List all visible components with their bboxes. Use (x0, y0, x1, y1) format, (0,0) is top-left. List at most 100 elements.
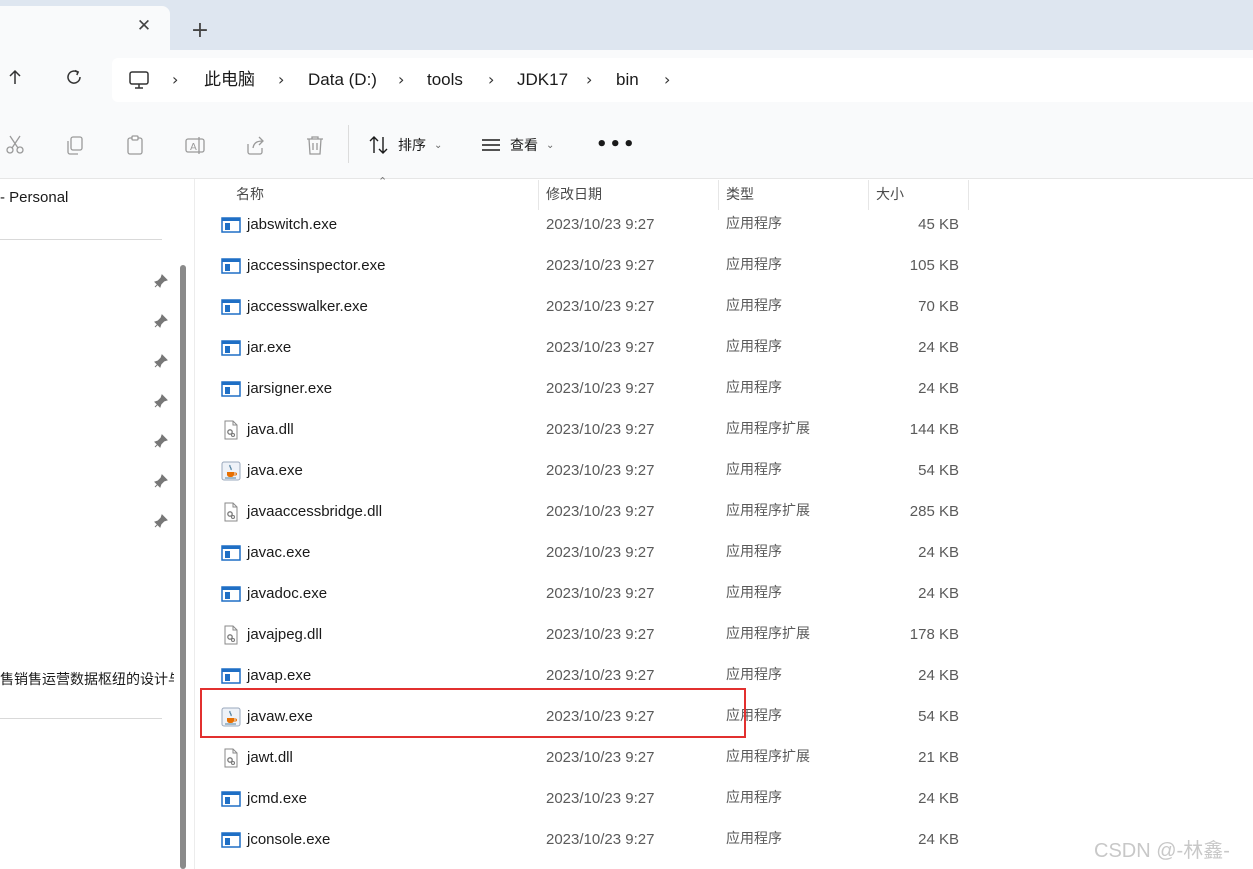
file-row[interactable]: jconsole.exe 2023/10/23 9:27 应用程序 24 KB (200, 819, 980, 860)
sidebar-item-folder[interactable]: 售销售运营数据枢纽的设计与 (0, 669, 174, 689)
file-row[interactable]: java.dll 2023/10/23 9:27 应用程序扩展 144 KB (200, 409, 980, 450)
breadcrumb-drive-d[interactable]: Data (D:) (308, 68, 377, 92)
dll-file-icon (221, 502, 241, 522)
file-size: 21 KB (918, 749, 959, 766)
navigation-pane: - Personal 售销售运营数据枢纽的设计与 (0, 179, 176, 869)
sort-icon (369, 136, 388, 154)
sidebar-divider (0, 239, 162, 240)
file-row[interactable]: javac.exe 2023/10/23 9:27 应用程序 24 KB (200, 532, 980, 573)
file-name: javaaccessbridge.dll (247, 503, 383, 520)
file-name: jabswitch.exe (247, 216, 338, 233)
chevron-right-icon[interactable]: › (586, 68, 592, 92)
file-date-modified: 2023/10/23 9:27 (546, 298, 655, 315)
file-type: 应用程序 (726, 216, 782, 232)
pin-icon (154, 273, 168, 288)
more-options-icon[interactable]: ••• (596, 134, 637, 155)
explorer-tab[interactable]: ✕ (0, 6, 170, 50)
file-row[interactable]: jawt.dll 2023/10/23 9:27 应用程序扩展 21 KB (200, 737, 980, 778)
pin-icon (154, 393, 168, 408)
file-size: 178 KB (909, 626, 959, 643)
pin-icon (154, 473, 168, 488)
file-size: 144 KB (909, 421, 959, 438)
file-row[interactable]: jaccessinspector.exe 2023/10/23 9:27 应用程序 1… (200, 245, 980, 286)
pin-icon (154, 313, 168, 328)
file-type: 应用程序 (726, 257, 782, 273)
file-row[interactable]: javaaccessbridge.dll 2023/10/23 9:27 应用程序扩… (200, 491, 980, 532)
file-type: 应用程序 (726, 585, 782, 601)
breadcrumb-bin[interactable]: bin (616, 68, 639, 92)
file-row[interactable]: jarsigner.exe 2023/10/23 9:27 应用程序 24 KB (200, 368, 980, 409)
file-name: javajpeg.dll (247, 626, 323, 643)
file-size: 285 KB (909, 503, 959, 520)
sort-ascending-icon: ⌃ (378, 175, 388, 188)
cut-icon[interactable] (4, 134, 26, 156)
file-name: jarsigner.exe (247, 380, 333, 397)
file-date-modified: 2023/10/23 9:27 (546, 503, 655, 520)
file-name: jcmd.exe (247, 790, 308, 807)
breadcrumb-jdk17[interactable]: JDK17 (517, 68, 568, 92)
chevron-right-icon[interactable]: › (664, 68, 670, 92)
delete-icon[interactable] (304, 134, 326, 156)
tab-strip: ✕ + (0, 0, 1253, 50)
breadcrumb-this-pc[interactable]: 此电脑 (204, 68, 255, 92)
file-size: 24 KB (918, 831, 959, 848)
application-exe-icon (221, 789, 241, 809)
application-exe-icon (221, 297, 241, 317)
new-tab-icon[interactable]: + (188, 20, 212, 44)
file-date-modified: 2023/10/23 9:27 (546, 585, 655, 602)
file-date-modified: 2023/10/23 9:27 (546, 790, 655, 807)
file-row[interactable]: javadoc.exe 2023/10/23 9:27 应用程序 24 KB (200, 573, 980, 614)
share-icon[interactable] (244, 134, 266, 156)
this-pc-icon[interactable] (128, 70, 150, 94)
file-name: java.dll (247, 421, 294, 438)
file-type: 应用程序 (726, 339, 782, 355)
file-row[interactable]: jar.exe 2023/10/23 9:27 应用程序 24 KB (200, 327, 980, 368)
file-size: 24 KB (918, 380, 959, 397)
view-button[interactable]: 查看 ⌄ (480, 130, 554, 160)
dll-file-icon (221, 625, 241, 645)
file-date-modified: 2023/10/23 9:27 (546, 339, 655, 356)
file-row[interactable]: javajpeg.dll 2023/10/23 9:27 应用程序扩展 178 KB (200, 614, 980, 655)
file-row[interactable]: jcmd.exe 2023/10/23 9:27 应用程序 24 KB (200, 778, 980, 819)
pin-icon (154, 353, 168, 368)
sidebar-item-onedrive-personal[interactable]: - Personal (0, 189, 68, 206)
file-type: 应用程序 (726, 298, 782, 314)
chevron-down-icon: ⌄ (434, 139, 443, 151)
toolbar-divider (348, 125, 349, 163)
chevron-right-icon[interactable]: › (278, 68, 284, 92)
application-exe-icon (221, 584, 241, 604)
breadcrumb-tools[interactable]: tools (427, 68, 463, 92)
refresh-icon[interactable] (59, 64, 89, 94)
dll-file-icon (221, 420, 241, 440)
sort-button[interactable]: 排序 ⌄ (368, 130, 442, 160)
sort-label: 排序 (398, 138, 426, 154)
file-name: javadoc.exe (247, 585, 328, 602)
dll-file-icon (221, 748, 241, 768)
paste-icon[interactable] (124, 134, 146, 156)
file-name: jaccessinspector.exe (247, 257, 386, 274)
chevron-right-icon[interactable]: › (172, 68, 178, 92)
chevron-right-icon[interactable]: › (398, 68, 404, 92)
address-bar[interactable]: › 此电脑 › Data (D:) › tools › JDK17 › bin … (112, 58, 1253, 102)
annotation-highlight-box (200, 688, 746, 738)
application-exe-icon (221, 215, 241, 235)
file-date-modified: 2023/10/23 9:27 (546, 831, 655, 848)
file-row[interactable]: jabswitch.exe 2023/10/23 9:27 应用程序 45 KB (200, 204, 980, 245)
copy-icon[interactable] (64, 134, 86, 156)
file-row[interactable]: java.exe 2023/10/23 9:27 应用程序 54 KB (200, 450, 980, 491)
sidebar-scrollbar[interactable] (180, 265, 186, 869)
view-list-icon (482, 139, 500, 151)
rename-icon[interactable]: A (184, 134, 206, 156)
file-size: 54 KB (918, 708, 959, 725)
pane-divider[interactable] (194, 179, 195, 869)
file-size: 24 KB (918, 790, 959, 807)
file-date-modified: 2023/10/23 9:27 (546, 257, 655, 274)
svg-text:A: A (190, 142, 197, 153)
file-name: javac.exe (247, 544, 311, 561)
file-name: jar.exe (247, 339, 292, 356)
arrow-up-icon[interactable] (0, 64, 30, 94)
file-type: 应用程序扩展 (726, 421, 810, 437)
file-row[interactable]: jaccesswalker.exe 2023/10/23 9:27 应用程序 70 K… (200, 286, 980, 327)
close-tab-icon[interactable]: ✕ (134, 16, 154, 36)
chevron-right-icon[interactable]: › (488, 68, 494, 92)
